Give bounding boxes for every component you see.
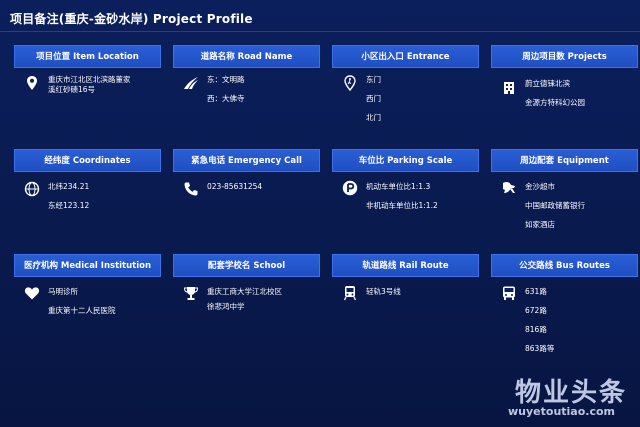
entrance-line-1: 东门	[366, 75, 381, 84]
coordinates-line-2: 东经123.12	[48, 201, 90, 210]
card-medical-institution: 医疗机构 Medical Institution 马明诊所 重庆第十二人民医院	[14, 254, 161, 315]
card-header-emergency-call: 紧急电话 Emergency Call	[173, 149, 320, 172]
heart-icon	[24, 285, 40, 301]
equipment-line-1: 金沙超市	[525, 182, 555, 191]
parking-icon	[342, 180, 358, 196]
card-road-name: 道路名称 Road Name 东：文明路 西：大佛寺	[173, 45, 320, 103]
card-header-equipment: 周边配套 Equipment	[491, 149, 638, 172]
trophy-icon	[183, 285, 199, 301]
card-header-road-name: 道路名称 Road Name	[173, 45, 320, 68]
entrance-line-3: 北门	[366, 113, 381, 122]
emergency-line-1: 023-85631254	[207, 182, 263, 191]
globe-icon	[24, 181, 40, 197]
store-icon	[501, 180, 517, 196]
equipment-line-3: 如家酒店	[525, 220, 555, 229]
card-bus-routes: 公交路线 Bus Routes 631路 672路 816路 863路等	[491, 254, 638, 353]
location-line-2: 溪红砂碛16号	[48, 85, 96, 94]
location-line-1: 重庆市江北区北滨路董家	[48, 75, 131, 84]
card-header-bus-routes: 公交路线 Bus Routes	[491, 254, 638, 277]
bus-icon	[501, 285, 517, 301]
card-header-school: 配套学校名 School	[173, 254, 320, 277]
school-line-2: 徐悲鸿中学	[207, 302, 245, 311]
bus-line-1: 631路	[525, 287, 547, 296]
card-rail-route: 轨道路线 Rail Route 轻轨3号线	[332, 254, 479, 301]
school-line-1: 重庆工商大学江北校区	[207, 287, 282, 296]
watermark-brand: 物业头条	[515, 378, 628, 408]
page-title: 项目备注(重庆-金砂水岸) Project Profile	[10, 12, 253, 26]
card-header-medical-institution: 医疗机构 Medical Institution	[14, 254, 161, 277]
road-line-1: 东：文明路	[207, 75, 245, 84]
medical-line-1: 马明诊所	[48, 287, 78, 296]
rail-line-1: 轻轨3号线	[366, 287, 401, 296]
building-icon	[501, 79, 517, 95]
card-emergency-call: 紧急电话 Emergency Call 023-85631254	[173, 149, 320, 196]
card-header-projects: 周边项目数 Projects	[491, 45, 638, 68]
equipment-line-2: 中国邮政储蓄银行	[525, 201, 585, 210]
card-coordinates: 经纬度 Coordinates 北纬234.21 东经123.12	[14, 149, 161, 210]
train-icon	[342, 285, 358, 301]
card-header-coordinates: 经纬度 Coordinates	[14, 149, 161, 172]
projects-line-2: 金源方特科幻公园	[525, 98, 585, 107]
entrance-pin-icon	[342, 75, 358, 91]
entrance-line-2: 西门	[366, 94, 381, 103]
card-school: 配套学校名 School 重庆工商大学江北校区 徐悲鸿中学	[173, 254, 320, 311]
phone-icon	[183, 181, 199, 197]
road-icon	[183, 75, 199, 91]
road-line-2: 西：大佛寺	[207, 94, 245, 103]
card-equipment: 周边配套 Equipment 金沙超市 中国邮政储蓄银行 如家酒店	[491, 149, 638, 229]
card-header-parking-scale: 车位比 Parking Scale	[332, 149, 479, 172]
coordinates-line-1: 北纬234.21	[48, 182, 90, 191]
parking-line-2: 非机动车单位比1:1.2	[366, 201, 438, 210]
bus-line-2: 672路	[525, 306, 547, 315]
projects-line-1: 蔚立德铼北滨	[525, 79, 570, 88]
bus-line-3: 816路	[525, 325, 547, 334]
card-header-rail-route: 轨道路线 Rail Route	[332, 254, 479, 277]
watermark-url: wuyetoutiao.com	[508, 405, 615, 418]
card-entrance: 小区出入口 Entrance 东门 西门 北门	[332, 45, 479, 122]
bus-line-4: 863路等	[525, 344, 555, 353]
parking-line-1: 机动车单位比1:1.3	[366, 182, 431, 191]
card-header-entrance: 小区出入口 Entrance	[332, 45, 479, 68]
location-pin-icon	[24, 75, 40, 91]
card-item-location: 项目位置 Item Location 重庆市江北区北滨路董家 溪红砂碛16号	[14, 45, 161, 94]
title-divider	[0, 31, 640, 32]
medical-line-2: 重庆第十二人民医院	[48, 306, 116, 315]
card-projects: 周边项目数 Projects 蔚立德铼北滨 金源方特科幻公园	[491, 45, 638, 107]
card-header-item-location: 项目位置 Item Location	[14, 45, 161, 68]
card-parking-scale: 车位比 Parking Scale 机动车单位比1:1.3 非机动车单位比1:1…	[332, 149, 479, 210]
